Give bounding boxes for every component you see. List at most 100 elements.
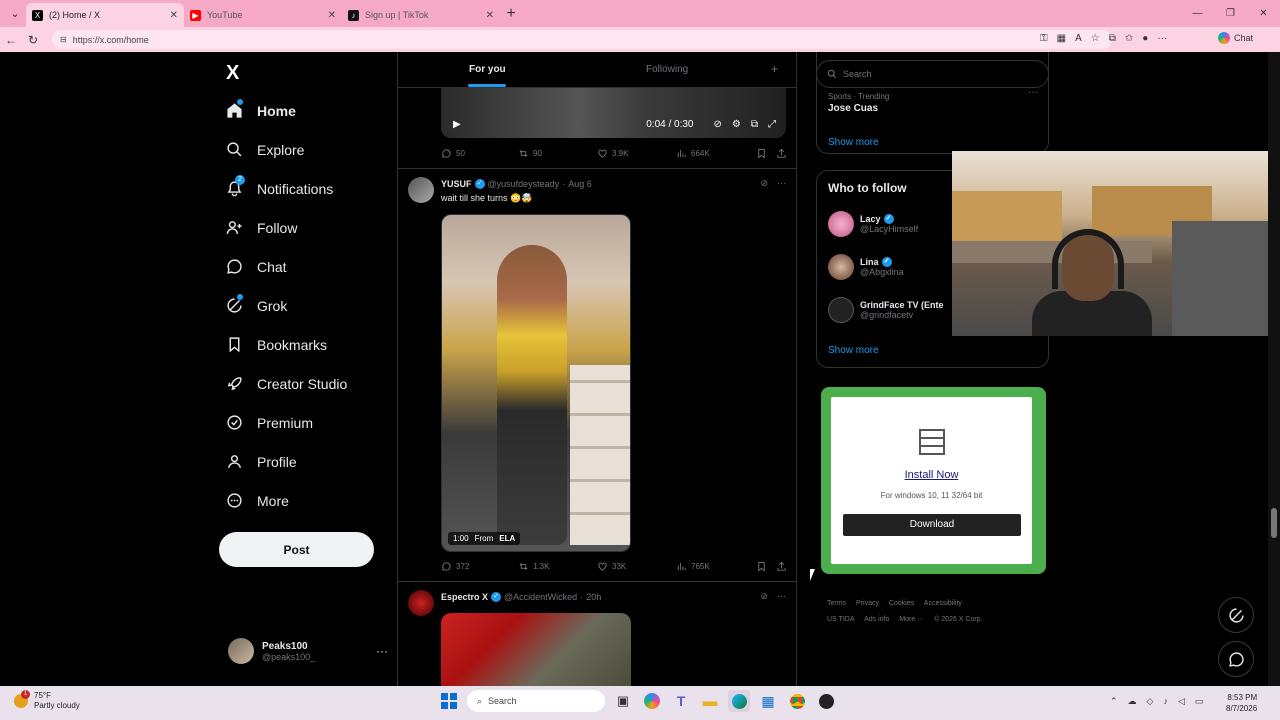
footer-link[interactable]: Terms: [827, 600, 846, 607]
post-date[interactable]: 20h: [586, 592, 601, 602]
fullscreen-icon[interactable]: ⤢: [768, 119, 776, 130]
sidebar-item-bookmarks[interactable]: Bookmarks: [226, 336, 327, 353]
search-input[interactable]: Search: [816, 60, 1049, 88]
tab-tiktok[interactable]: ♪ Sign up | TikTok ✕: [342, 3, 500, 27]
obs-icon[interactable]: [815, 690, 837, 712]
sidebar-item-chat[interactable]: Chat: [226, 258, 287, 275]
more-horizontal-icon[interactable]: ···: [1028, 87, 1038, 98]
post-video[interactable]: [441, 613, 631, 686]
cloud-icon[interactable]: ☁: [1128, 696, 1137, 707]
author-name[interactable]: Espectro X: [441, 592, 488, 602]
author-handle[interactable]: @yusufdeysteady: [488, 179, 560, 189]
ad-title-link[interactable]: Install Now: [831, 469, 1032, 481]
scrollbar-thumb[interactable]: [1271, 508, 1277, 538]
bookmark-button[interactable]: [756, 561, 776, 572]
footer-link[interactable]: More ···: [899, 616, 924, 623]
footer-link[interactable]: Cookies: [889, 600, 914, 607]
weather-widget[interactable]: 1 75°F Partly cloudy: [14, 690, 80, 711]
close-tab-icon[interactable]: ✕: [486, 10, 494, 21]
like-button[interactable]: 3.9K: [597, 148, 676, 159]
favorite-icon[interactable]: ☆: [1091, 33, 1100, 44]
show-more-link[interactable]: Show more: [828, 345, 879, 356]
more-horizontal-icon[interactable]: ···: [777, 178, 786, 189]
show-more-link[interactable]: Show more: [828, 137, 879, 148]
chrome-icon[interactable]: [786, 690, 808, 712]
site-info-icon[interactable]: ⊟: [60, 35, 67, 44]
settings-icon[interactable]: ⚙: [732, 119, 741, 130]
sidebar-item-profile[interactable]: Profile: [226, 453, 297, 470]
ad-banner[interactable]: Install Now For windows 10, 11 32/64 bit…: [821, 387, 1046, 574]
grok-floating-button[interactable]: [1218, 597, 1254, 633]
x-logo-icon[interactable]: X: [226, 62, 239, 85]
repost-button[interactable]: 90: [518, 148, 597, 159]
sidebar-item-more[interactable]: More: [226, 492, 289, 509]
profile-icon[interactable]: ●: [1142, 33, 1148, 44]
store-icon[interactable]: ▦: [757, 690, 779, 712]
tab-following[interactable]: Following: [646, 64, 688, 75]
sidebar-item-follow[interactable]: Follow: [226, 219, 297, 236]
settings-more-icon[interactable]: ···: [1157, 33, 1167, 44]
video-player[interactable]: ▶ 0:04 / 0:30 ⊘ ⚙ ⧉ ⤢: [441, 88, 786, 138]
read-aloud-icon[interactable]: A: [1075, 33, 1082, 44]
close-tab-icon[interactable]: ✕: [328, 10, 336, 21]
copilot-app-icon[interactable]: [641, 690, 663, 712]
tab-x-home[interactable]: X (2) Home / X ✕: [26, 3, 184, 27]
messages-floating-button[interactable]: [1218, 641, 1254, 677]
avatar[interactable]: [408, 177, 434, 203]
post-date[interactable]: Aug 6: [568, 179, 592, 189]
key-icon[interactable]: ⚿: [1040, 33, 1048, 44]
more-horizontal-icon[interactable]: ···: [376, 644, 388, 658]
microphone-icon[interactable]: ♪: [1163, 696, 1168, 707]
battery-icon[interactable]: ▭: [1195, 696, 1204, 707]
refresh-icon[interactable]: ↻: [22, 33, 44, 47]
post-video[interactable]: 1:00 From ELA: [441, 214, 631, 552]
close-tab-icon[interactable]: ✕: [170, 10, 178, 21]
teams-icon[interactable]: T: [670, 690, 692, 712]
url-field[interactable]: ⊟ https://x.com/home: [52, 30, 1112, 49]
plus-icon[interactable]: +: [771, 62, 778, 76]
volume-icon[interactable]: ◁: [1178, 696, 1185, 707]
network-icon[interactable]: ◇: [1147, 696, 1154, 707]
views-button[interactable]: 664K: [676, 148, 756, 159]
repost-button[interactable]: 1.3K: [518, 561, 597, 572]
trend-name[interactable]: Jose Cuas: [828, 103, 878, 114]
minimize-icon[interactable]: —: [1181, 0, 1214, 27]
reply-button[interactable]: 50: [441, 148, 518, 159]
taskbar-clock[interactable]: 8:53 PM 8/7/2026: [1226, 692, 1257, 714]
footer-link[interactable]: Accessibility: [924, 600, 962, 607]
windows-start-icon[interactable]: [438, 690, 460, 712]
footer-link[interactable]: Privacy: [856, 600, 879, 607]
pip-icon[interactable]: ⧉: [751, 119, 758, 130]
account-switcher[interactable]: Peaks100 @peaks100_ ···: [228, 638, 388, 664]
grok-icon[interactable]: ⊘: [760, 178, 768, 189]
mute-icon[interactable]: ⊘: [714, 119, 722, 130]
post-button[interactable]: Post: [219, 532, 374, 567]
favorites-icon[interactable]: ✩: [1125, 33, 1133, 44]
like-button[interactable]: 33K: [597, 561, 676, 572]
share-button[interactable]: [776, 561, 787, 572]
media-source[interactable]: ELA: [499, 534, 515, 543]
views-button[interactable]: 765K: [676, 561, 756, 572]
sidebar-item-premium[interactable]: Premium: [226, 414, 313, 431]
page-scrollbar[interactable]: [1268, 52, 1280, 686]
apps-icon[interactable]: ▦: [1057, 33, 1066, 44]
file-explorer-icon[interactable]: ▬: [699, 690, 721, 712]
author-name[interactable]: YUSUF: [441, 179, 472, 189]
avatar[interactable]: [408, 590, 434, 616]
tray-chevron-icon[interactable]: ⌃: [1110, 696, 1118, 707]
author-handle[interactable]: @AccidentWicked: [504, 592, 577, 602]
grok-icon[interactable]: ⊘: [760, 591, 768, 602]
sidebar-item-home[interactable]: Home: [226, 99, 296, 119]
footer-link[interactable]: US TIDA: [827, 616, 855, 623]
copilot-chat-button[interactable]: Chat: [1218, 32, 1253, 44]
taskbar-search[interactable]: ⌕ Search: [467, 690, 605, 712]
reply-button[interactable]: 372: [441, 561, 518, 572]
more-horizontal-icon[interactable]: ···: [777, 591, 786, 602]
sidebar-item-creator-studio[interactable]: Creator Studio: [226, 375, 347, 392]
tab-menu-button[interactable]: ⌄: [4, 4, 26, 24]
bookmark-button[interactable]: [756, 148, 776, 159]
close-window-icon[interactable]: ✕: [1247, 0, 1280, 27]
play-icon[interactable]: ▶: [453, 119, 461, 130]
footer-link[interactable]: Ads info: [864, 616, 889, 623]
sidebar-item-grok[interactable]: Grok: [226, 294, 287, 314]
